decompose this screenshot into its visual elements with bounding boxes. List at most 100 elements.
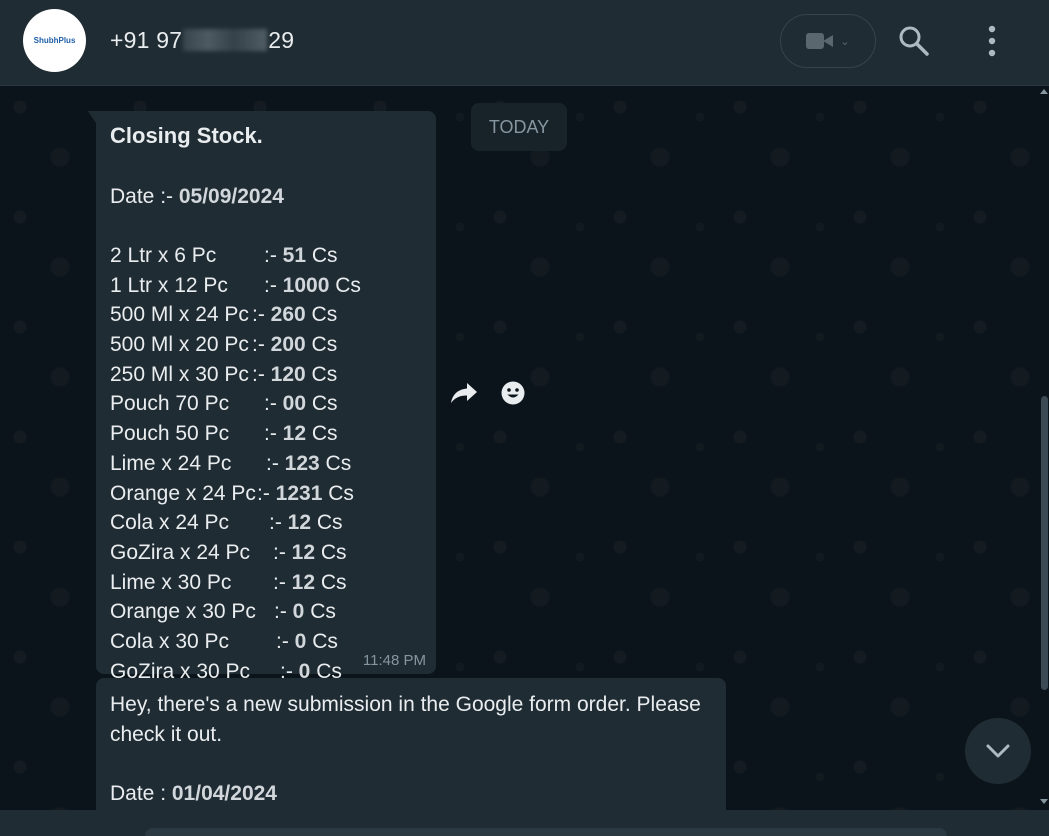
stock-separator: :-: [269, 511, 288, 535]
stock-unit: Cs: [329, 273, 361, 297]
stock-item-name: 250 Ml x 30 Pc: [110, 362, 249, 386]
forward-button[interactable]: [444, 373, 484, 413]
stock-quantity: 00: [282, 392, 307, 416]
stock-row: Lime x 24 Pc:- 123 Cs: [110, 449, 361, 479]
stock-separator: :-: [273, 540, 292, 564]
date-value: 01/04/2024: [171, 782, 277, 805]
stock-unit: Cs: [319, 451, 352, 475]
stock-row: Pouch 50 Pc :- 12 Cs: [110, 419, 361, 449]
scroll-to-bottom-button[interactable]: [965, 718, 1031, 784]
contact-number-prefix: +91 97: [110, 27, 183, 53]
stock-quantity: 200: [270, 333, 306, 357]
stock-item-name: Pouch 70 Pc: [110, 392, 230, 416]
scrollbar[interactable]: [1038, 87, 1049, 810]
stock-item-name: Cola x 24 Pc: [110, 511, 230, 535]
date-label: Date :: [110, 782, 172, 805]
chevron-down-icon: [986, 744, 1010, 758]
stock-row: 2 Ltr x 6 Pc :- 51 Cs: [110, 241, 361, 271]
stock-row: Orange x 24 Pc:- 1231 Cs: [110, 479, 361, 509]
stock-quantity: 1231: [275, 481, 323, 505]
stock-item-name: 1 Ltr x 12 Pc: [110, 273, 228, 297]
stock-quantity: 0: [292, 600, 305, 624]
stock-separator: :-: [252, 362, 271, 386]
stock-separator: :-: [273, 570, 292, 594]
stock-unit: Cs: [305, 303, 338, 327]
stock-unit: Cs: [306, 422, 338, 446]
stock-separator: :-: [266, 451, 285, 475]
message-input[interactable]: [145, 828, 947, 836]
message-date-line: Date : 01/04/2024: [110, 779, 277, 809]
stock-row: Pouch 70 Pc :- 00 Cs: [110, 389, 361, 419]
stock-quantity: 12: [291, 540, 316, 564]
message-bubble-stock[interactable]: Closing Stock. Date :- 05/09/2024 2 Ltr …: [88, 111, 436, 683]
message-text: Hey, there's a new submission in the Goo…: [110, 693, 701, 746]
stock-unit: Cs: [305, 333, 338, 357]
stock-separator: :-: [264, 422, 283, 446]
chevron-down-icon: ⌄: [840, 35, 850, 48]
stock-separator: :-: [264, 392, 283, 416]
stock-quantity: 51: [282, 244, 307, 267]
video-call-button[interactable]: ⌄: [780, 14, 876, 68]
forward-icon: [451, 383, 477, 403]
stock-unit: Cs: [306, 244, 338, 267]
stock-quantity: 260: [270, 303, 306, 327]
stock-quantity: 12: [282, 422, 307, 446]
search-button[interactable]: [898, 25, 930, 57]
stock-row: Cola x 24 Pc :- 12 Cs: [110, 508, 361, 538]
scrollbar-thumb[interactable]: [1041, 396, 1048, 690]
stock-quantity: 12: [287, 511, 312, 535]
avatar-logo-text: ShubhPlus: [33, 36, 76, 45]
compose-bar: [0, 810, 1049, 836]
stock-unit: Cs: [304, 600, 336, 624]
stock-item-name: Orange x 24 Pc: [110, 481, 256, 505]
stock-list: 2 Ltr x 6 Pc :- 51 Cs 1 Ltr x 12 Pc :- 1000…: [110, 241, 361, 686]
stock-item-name: 500 Ml x 24 Pc: [110, 303, 249, 327]
menu-button[interactable]: [978, 24, 1006, 58]
stock-quantity: 0: [294, 629, 307, 653]
stock-item-name: Pouch 50 Pc: [110, 422, 230, 446]
contact-number-suffix: 29: [268, 27, 295, 53]
stock-separator: :-: [276, 629, 295, 653]
stock-row: 500 Ml x 20 Pc:- 200 Cs: [110, 330, 361, 360]
chat-panel: TODAY Closing Stock. Date :- 05/09/2024 …: [0, 87, 1049, 810]
stock-unit: Cs: [306, 629, 338, 653]
stock-separator: :-: [257, 481, 276, 505]
video-camera-icon: [806, 33, 834, 49]
redacted-digits: [183, 29, 268, 51]
chat-header: ShubhPlus +91 97 29 ⌄: [0, 0, 1049, 86]
stock-separator: :-: [274, 600, 293, 624]
message-date-line: Date :- 05/09/2024: [110, 182, 284, 212]
stock-row: Lime x 30 Pc:- 12 Cs: [110, 568, 361, 598]
date-value: 05/09/2024: [178, 185, 284, 208]
stock-quantity: 1000: [282, 273, 330, 297]
emoji-reaction-button[interactable]: [493, 373, 533, 413]
stock-item-name: GoZira x 24 Pc: [110, 540, 251, 564]
message-title: Closing Stock.: [110, 123, 263, 148]
stock-unit: Cs: [322, 481, 354, 505]
stock-item-name: 2 Ltr x 6 Pc: [110, 244, 217, 267]
more-vertical-icon: [988, 25, 996, 57]
search-icon: [899, 26, 929, 56]
stock-row: Orange x 30 Pc :- 0 Cs: [110, 597, 361, 627]
stock-item-name: Lime x 30 Pc: [110, 570, 232, 594]
contact-avatar[interactable]: ShubhPlus: [23, 9, 86, 72]
stock-unit: Cs: [306, 392, 338, 416]
stock-row: 500 Ml x 24 Pc:- 260 Cs: [110, 300, 361, 330]
stock-unit: Cs: [311, 511, 343, 535]
scroll-up-arrow[interactable]: [1040, 89, 1048, 94]
stock-item-name: Orange x 30 Pc: [110, 600, 256, 624]
date-chip: TODAY: [471, 103, 567, 151]
stock-separator: :-: [252, 303, 271, 327]
date-label: Date :-: [110, 185, 179, 208]
stock-unit: Cs: [315, 540, 347, 564]
stock-item-name: 500 Ml x 20 Pc: [110, 333, 249, 357]
stock-quantity: 120: [270, 362, 306, 386]
message-bubble-form[interactable]: Hey, there's a new submission in the Goo…: [96, 678, 726, 810]
stock-separator: :-: [264, 273, 283, 297]
contact-name[interactable]: +91 97 29: [110, 27, 294, 54]
scroll-down-arrow[interactable]: [1040, 799, 1048, 804]
stock-unit: Cs: [305, 362, 338, 386]
stock-separator: :-: [264, 244, 283, 267]
stock-item-name: Cola x 30 Pc: [110, 629, 230, 653]
stock-unit: Cs: [315, 570, 347, 594]
